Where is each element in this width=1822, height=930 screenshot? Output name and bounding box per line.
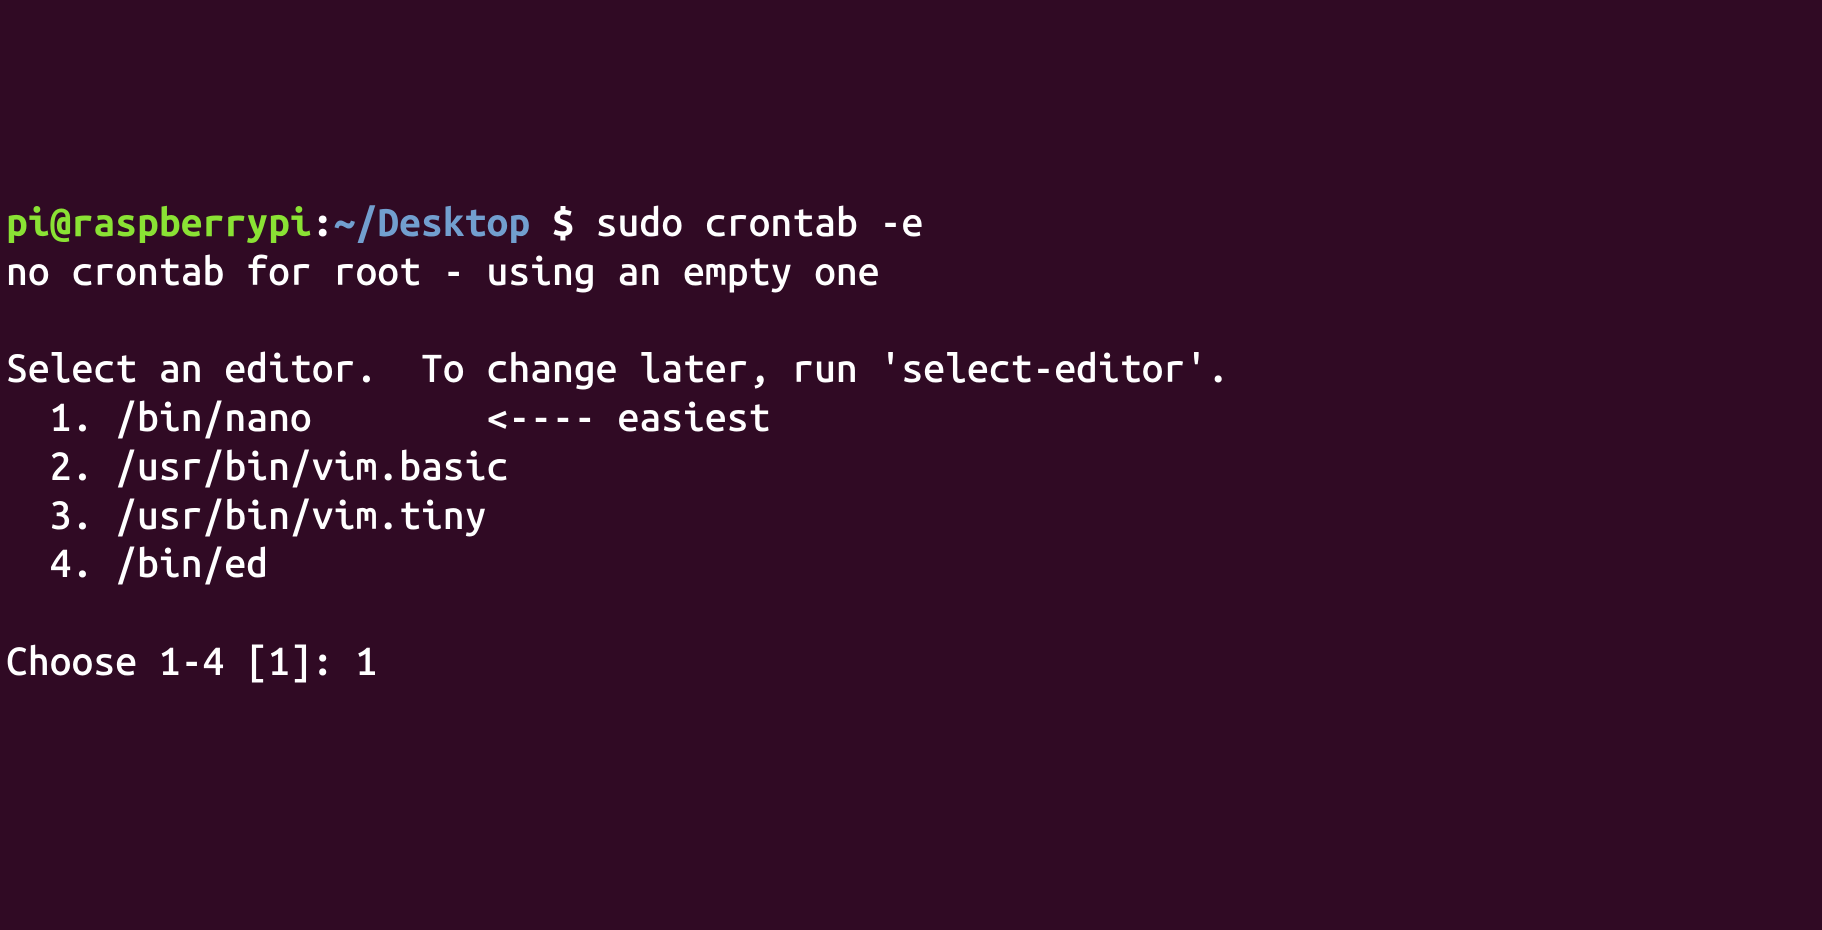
- editor-option-2: 2. /usr/bin/vim.basic: [6, 445, 508, 488]
- editor-option-1: 1. /bin/nano <---- easiest: [6, 396, 770, 439]
- prompt-line: pi@raspberrypi:~/Desktop $ sudo crontab …: [6, 201, 923, 244]
- editor-option-4: 4. /bin/ed: [6, 542, 268, 585]
- select-editor-header: Select an editor. To change later, run '…: [6, 347, 1229, 390]
- colon: :: [312, 201, 334, 244]
- prompt-symbol: $: [530, 201, 596, 244]
- choose-prompt-line: Choose 1-4 [1]: 1: [6, 640, 377, 683]
- output-line: no crontab for root - using an empty one: [6, 250, 880, 293]
- command-text: sudo crontab -e: [596, 201, 924, 244]
- choose-prompt: Choose 1-4 [1]:: [6, 640, 355, 683]
- user-host: pi@raspberrypi: [6, 201, 312, 244]
- terminal-screen[interactable]: pi@raspberrypi:~/Desktop $ sudo crontab …: [6, 199, 1816, 687]
- user-choice-input[interactable]: 1: [355, 640, 377, 683]
- editor-option-3: 3. /usr/bin/vim.tiny: [6, 494, 486, 537]
- cwd-path: ~/Desktop: [334, 201, 531, 244]
